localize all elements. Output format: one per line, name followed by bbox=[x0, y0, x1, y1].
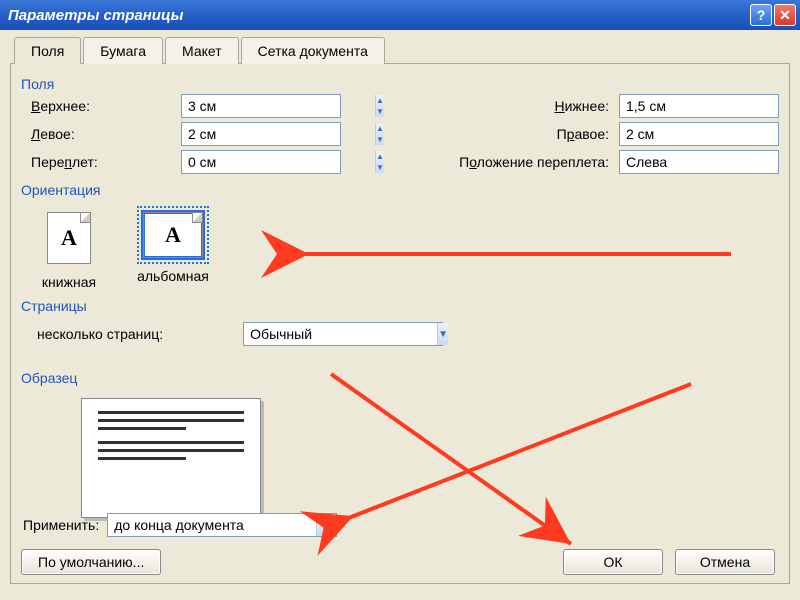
preview-page bbox=[81, 398, 261, 518]
tab-fields[interactable]: Поля bbox=[14, 37, 81, 64]
spin-up-icon[interactable]: ▲ bbox=[376, 95, 384, 106]
input-right-margin[interactable]: ▲▼ bbox=[619, 122, 779, 146]
default-button[interactable]: По умолчанию... bbox=[21, 549, 161, 575]
tab-paper[interactable]: Бумага bbox=[83, 37, 163, 64]
orientation-portrait-label: книжная bbox=[42, 274, 96, 290]
label-right-margin: Правое: bbox=[509, 126, 609, 142]
chevron-down-icon[interactable]: ▼ bbox=[316, 514, 336, 536]
input-left-margin[interactable]: ▲▼ bbox=[181, 122, 341, 146]
landscape-icon: A bbox=[143, 212, 203, 258]
group-label-orientation: Ориентация bbox=[21, 182, 779, 198]
label-top-margin: Верхнее: bbox=[31, 98, 171, 114]
tabstrip: Поля Бумага Макет Сетка документа bbox=[10, 36, 790, 64]
spin-up-icon[interactable]: ▲ bbox=[376, 151, 384, 162]
orientation-landscape-label: альбомная bbox=[137, 268, 209, 284]
label-gutter-pos: Положение переплета: bbox=[409, 154, 609, 170]
titlebar: Параметры страницы ? ✕ bbox=[0, 0, 800, 30]
group-label-margins: Поля bbox=[21, 76, 779, 92]
tab-layout[interactable]: Макет bbox=[165, 37, 239, 64]
window-title: Параметры страницы bbox=[8, 7, 750, 24]
label-gutter: Переплет: bbox=[31, 154, 171, 170]
input-bottom-margin[interactable]: ▲▼ bbox=[619, 94, 779, 118]
label-multiple-pages: несколько страниц: bbox=[37, 326, 163, 342]
spin-down-icon[interactable]: ▼ bbox=[376, 106, 384, 117]
cancel-button[interactable]: Отмена bbox=[675, 549, 775, 575]
input-top-margin[interactable]: ▲▼ bbox=[181, 94, 341, 118]
combo-gutter-pos[interactable]: ▼ bbox=[619, 150, 779, 174]
label-apply: Применить: bbox=[23, 517, 99, 533]
combo-apply[interactable]: ▼ bbox=[107, 513, 337, 537]
spin-down-icon[interactable]: ▼ bbox=[376, 162, 384, 173]
orientation-portrait[interactable]: A книжная bbox=[41, 206, 97, 290]
portrait-icon: A bbox=[47, 212, 91, 264]
close-button[interactable]: ✕ bbox=[774, 4, 796, 26]
label-left-margin: Левое: bbox=[31, 126, 171, 142]
chevron-down-icon[interactable]: ▼ bbox=[437, 323, 448, 345]
ok-button[interactable]: ОК bbox=[563, 549, 663, 575]
spin-down-icon[interactable]: ▼ bbox=[376, 134, 384, 145]
group-label-preview: Образец bbox=[21, 370, 779, 386]
combo-multiple-pages[interactable]: ▼ bbox=[243, 322, 443, 346]
orientation-landscape[interactable]: A альбомная bbox=[137, 206, 209, 284]
group-label-pages: Страницы bbox=[21, 298, 779, 314]
help-button[interactable]: ? bbox=[750, 4, 772, 26]
tab-grid[interactable]: Сетка документа bbox=[241, 37, 385, 64]
input-gutter[interactable]: ▲▼ bbox=[181, 150, 341, 174]
tabpage-fields: Поля Верхнее: ▲▼ Нижнее: ▲▼ Левое: ▲▼ Пр… bbox=[10, 64, 790, 584]
spin-up-icon[interactable]: ▲ bbox=[376, 123, 384, 134]
label-bottom-margin: Нижнее: bbox=[509, 98, 609, 114]
